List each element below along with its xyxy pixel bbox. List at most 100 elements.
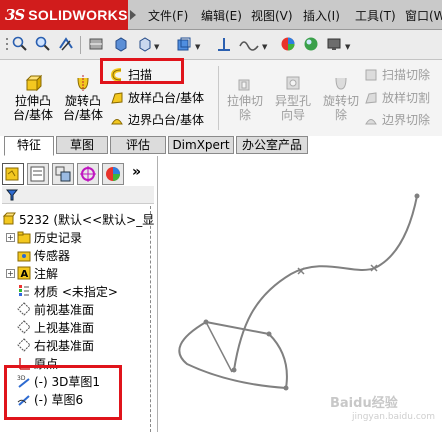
watermark-url: jingyan.baidu.com [352,412,436,422]
expand-icon[interactable]: + [6,232,15,242]
sketch-geometry [178,193,420,391]
title-bar: 3S SOLIDWORKS 文件(F) 编辑(E) 视图(V) 插入(I) 工具… [0,0,442,30]
loft-icon [111,91,123,104]
more-tabs-icon[interactable]: » [132,164,141,180]
extrude-boss-button[interactable]: 拉伸凸 台/基体 [10,74,56,122]
svg-text:A: A [21,269,29,280]
part-name: 5232 (默认<<默认>_显 [19,212,155,227]
loft-boss-button[interactable]: 放样凸台/基体 [110,89,204,106]
command-tabs: 特征 草图 评估 DimXpert 办公室产品 [0,136,442,156]
expand-icon[interactable]: + [6,268,15,278]
menu-insert[interactable]: 插入(I) [303,7,340,24]
watermark: Baidu经验 [330,396,398,411]
boundary-icon [111,118,123,124]
feature-tree-tab[interactable] [2,163,24,185]
tree-item-label: 历史记录 [34,230,83,245]
hide-show-items-icon[interactable] [176,36,192,52]
tree-root-part[interactable]: 5232 (默认<<默认>_显 [2,210,160,228]
dimxpert-icon [80,166,96,182]
monitor-icon[interactable] [326,36,342,52]
menu-tools[interactable]: 工具(T) [355,7,396,24]
boundary-cut-label: 边界切除 [382,113,431,127]
boundary-cut-button[interactable]: 边界切除 [364,111,430,128]
dimxpert-manager-tab[interactable] [77,163,99,185]
extrude-boss-icon [25,74,42,92]
profile-inner-line [205,321,233,373]
property-manager-tab[interactable] [27,163,49,185]
part-icon [2,212,16,225]
triad-icon[interactable] [216,36,232,52]
configuration-manager-tab[interactable] [52,163,74,185]
command-separator [218,66,219,130]
tree-item-history[interactable]: + 历史记录 [6,228,164,246]
sweep-cut-button[interactable]: 扫描切除 [364,66,430,83]
plane-icon [17,302,31,316]
tree-item-label: 上视基准面 [34,320,95,335]
boundary-cut-icon [365,118,377,124]
extrude-cut-icon [238,79,250,91]
boundary-boss-button[interactable]: 边界凸台/基体 [110,111,204,128]
tree-item-label: 前视基准面 [34,302,95,317]
loft-cut-label: 放样切割 [382,91,431,105]
revolve-cut-label-1: 旋转切 [322,94,359,108]
chevron-down-icon[interactable]: ▼ [262,43,267,51]
revolve-boss-label-2: 台/基体 [62,108,104,122]
tree-item-label: 材质 <未指定> [34,284,118,299]
zoom-to-area-icon[interactable] [35,36,51,52]
view-settings-icon[interactable] [238,36,260,52]
display-style-icon[interactable] [137,36,153,52]
toolbar-separator [80,36,81,54]
chevron-down-icon[interactable]: ▼ [345,43,350,51]
ds-logo-mark: 3S [5,6,25,24]
sensor-icon [17,251,31,262]
display-manager-tab[interactable] [102,163,124,185]
chevron-down-icon[interactable]: ▼ [154,43,159,51]
plane-icon [17,338,31,352]
plane-icon [17,320,31,334]
appearance-icon[interactable] [280,36,296,52]
sweep-highlight-box [100,58,184,84]
menu-view[interactable]: 视图(V) [251,7,293,24]
chevron-down-icon[interactable]: ▼ [195,43,200,51]
boundary-label: 边界凸台/基体 [128,113,205,127]
menu-file[interactable]: 文件(F) [148,7,188,24]
tab-office-products[interactable]: 办公室产品 [236,136,308,154]
extrude-boss-label-1: 拉伸凸 [14,94,51,108]
hole-wizard-button[interactable]: 异型孔 向导 [270,74,316,122]
view-orientation-icon[interactable] [113,36,129,52]
view-toolbar: ▼ ▼ ▼ ▼ [0,30,442,60]
solidworks-logo[interactable]: 3S SOLIDWORKS [0,0,128,30]
menu-edit[interactable]: 编辑(E) [201,7,242,24]
menu-window[interactable]: 窗口(W) [405,7,442,24]
panel-splitter[interactable] [150,206,158,432]
revolve-cut-button[interactable]: 旋转切 除 [318,74,364,122]
graphics-area[interactable] [159,156,442,432]
scene-icon[interactable] [303,36,319,52]
sweep-cut-label: 扫描切除 [382,68,431,82]
profile-top-line [205,321,270,335]
command-manager: 拉伸凸 台/基体 旋转凸 台/基体 扫描 放样凸台/基体 边界凸台/基体 拉伸切… [0,58,442,136]
logo-dropdown-icon[interactable] [130,10,136,20]
profile-sketch [206,322,286,388]
tree-item-annotations[interactable]: + A 注解 [6,264,164,282]
section-view-icon[interactable] [88,36,104,52]
tab-evaluate[interactable]: 评估 [110,136,166,154]
zoom-to-fit-icon[interactable] [12,36,28,52]
tab-sketch[interactable]: 草图 [56,136,108,154]
loft-cut-icon [365,91,377,104]
extrude-boss-label-2: 台/基体 [12,108,54,122]
tab-dimxpert[interactable]: DimXpert [168,136,234,154]
configuration-manager-icon [55,166,71,182]
extrude-cut-label-2: 除 [238,108,251,122]
loft-cut-button[interactable]: 放样切割 [364,89,430,106]
revolve-boss-icon [77,75,89,91]
app-name: SOLIDWORKS [28,7,128,23]
tab-features[interactable]: 特征 [4,136,54,156]
revolve-boss-label-1: 旋转凸 [64,94,101,108]
extrude-cut-button[interactable]: 拉伸切 除 [222,74,268,122]
filter-icon[interactable] [6,189,18,201]
tree-item-label: 传感器 [34,248,71,263]
annotation-icon: A [17,266,31,280]
sweep-cut-icon [365,69,377,80]
previous-view-icon[interactable] [58,36,74,52]
